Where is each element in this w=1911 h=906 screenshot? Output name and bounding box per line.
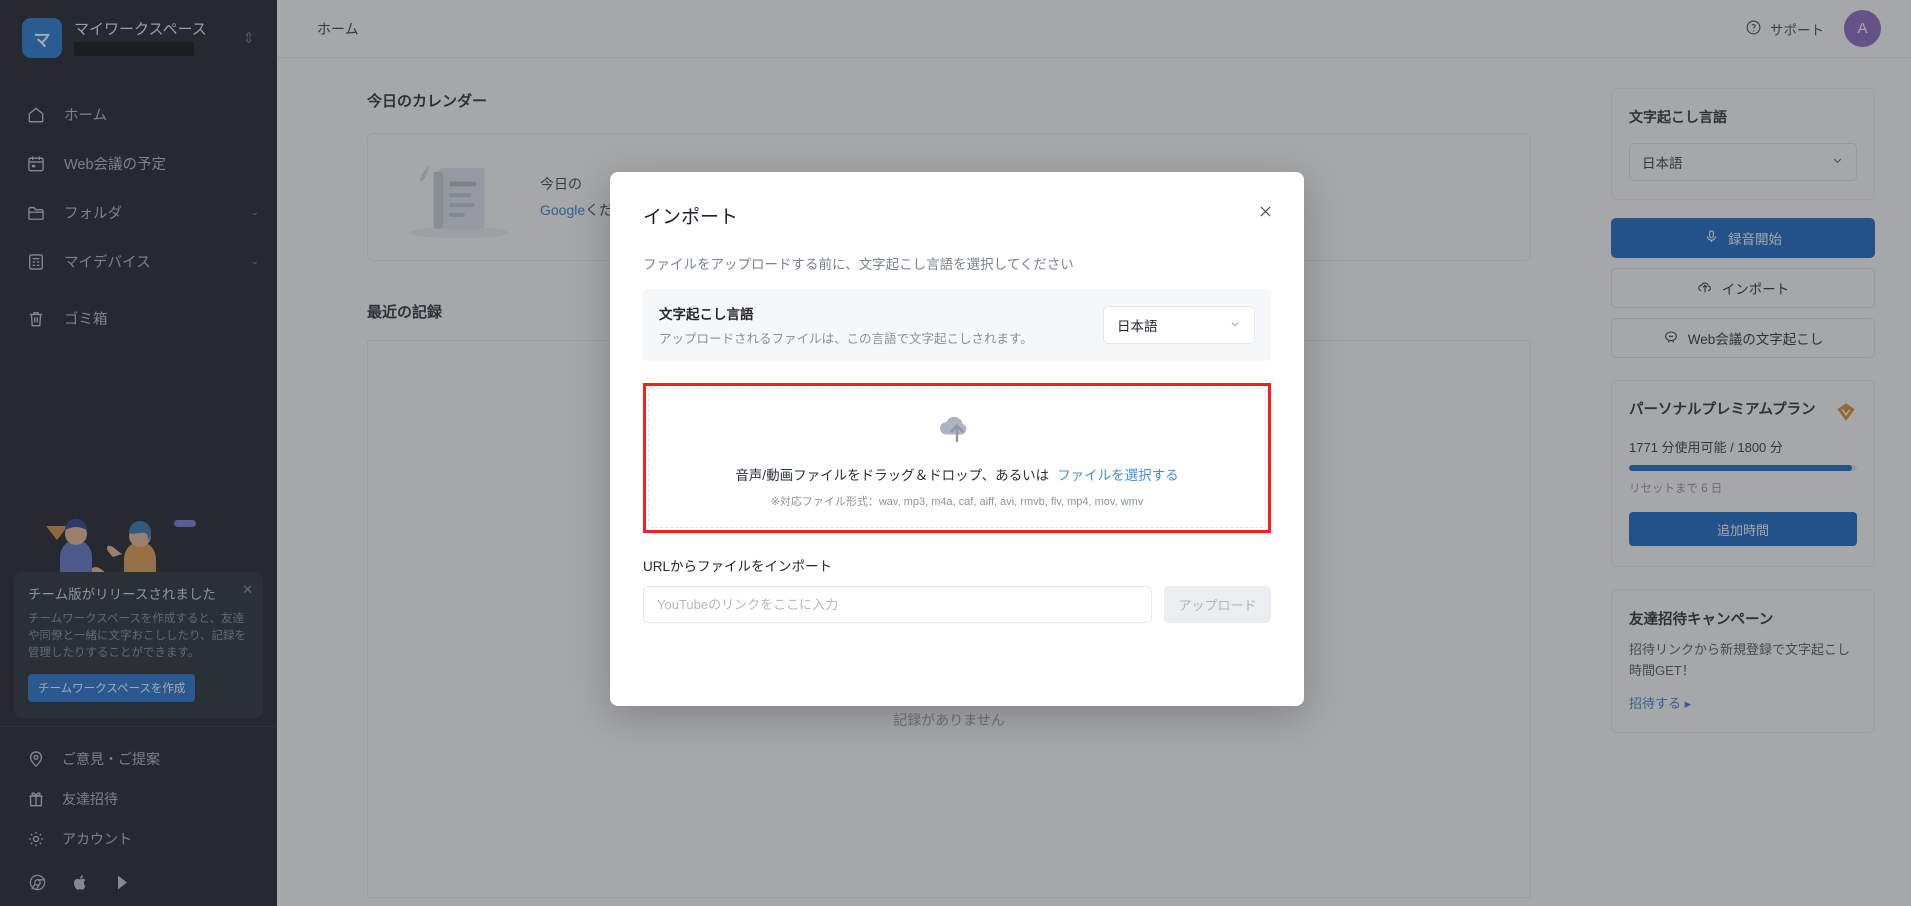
upload-button[interactable]: アップロード [1164, 586, 1271, 623]
modal-language-row: 文字起こし言語 アップロードされるファイルは、この言語で文字起こしされます。 日… [643, 289, 1271, 361]
modal-language-text: 文字起こし言語 アップロードされるファイルは、この言語で文字起こしされます。 [659, 303, 1103, 347]
choose-file-link[interactable]: ファイルを選択する [1057, 468, 1179, 483]
modal-title: インポート [643, 207, 739, 228]
modal-language-description: アップロードされるファイルは、この言語で文字起こしされます。 [659, 332, 1033, 346]
dropzone-instruction: 音声/動画ファイルをドラッグ＆ドロップ、あるいは [735, 467, 1050, 483]
app-root: マ マイワークスペース ⇕ ホーム Web会議の予定 フォルダ ⌄ マイデバイス… [0, 0, 1911, 906]
url-input[interactable] [643, 586, 1152, 623]
url-import-row: アップロード [643, 586, 1271, 623]
dropzone-formats-note: ※対応ファイル形式：wav, mp3, m4a, caf, aiff, avi,… [770, 495, 1144, 508]
modal-subtitle: ファイルをアップロードする前に、文字起こし言語を選択してください [643, 257, 1074, 272]
close-icon[interactable] [1252, 198, 1278, 224]
modal-language-label: 文字起こし言語 [659, 307, 754, 322]
cloud-upload-icon [935, 408, 979, 448]
dropzone-main-text: 音声/動画ファイルをドラッグ＆ドロップ、あるいは ファイルを選択する [735, 464, 1178, 484]
file-dropzone[interactable]: 音声/動画ファイルをドラッグ＆ドロップ、あるいは ファイルを選択する ※対応ファイ… [648, 388, 1266, 528]
modal-language-select[interactable]: 日本語 [1103, 306, 1255, 344]
url-import-label: URLからファイルをインポート [643, 559, 833, 574]
chevron-down-icon [1229, 318, 1241, 333]
dropzone-highlight: 音声/動画ファイルをドラッグ＆ドロップ、あるいは ファイルを選択する ※対応ファイ… [643, 383, 1271, 533]
modal-language-value: 日本語 [1117, 319, 1158, 334]
import-modal: インポート ファイルをアップロードする前に、文字起こし言語を選択してください 文… [610, 172, 1304, 706]
